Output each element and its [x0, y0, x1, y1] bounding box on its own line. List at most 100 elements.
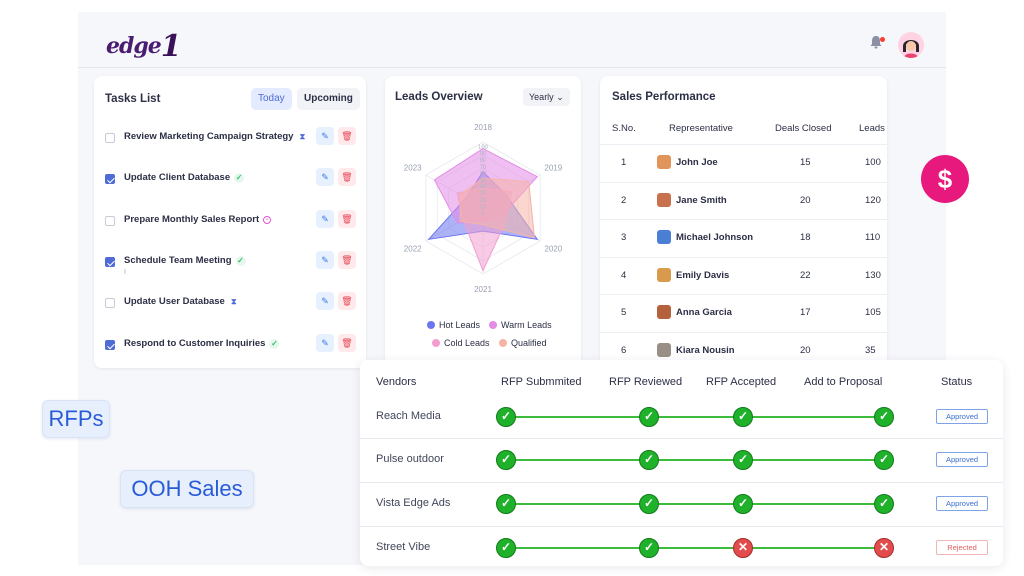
cell-representative: John Joe	[676, 157, 718, 168]
cell-deals-closed: 20	[800, 195, 811, 206]
col-header-representative: Representative	[669, 123, 733, 134]
radar-scale-label: 50	[480, 178, 487, 184]
progress-line	[506, 459, 884, 461]
cell-sno: 1	[621, 157, 627, 168]
trash-icon[interactable]: 🗑	[338, 210, 356, 228]
check-circle-icon: ✓	[874, 494, 894, 514]
col-header-sno: S.No.	[612, 123, 636, 134]
cell-deals-closed: 17	[800, 307, 811, 318]
progress-line	[506, 547, 884, 549]
edit-icon[interactable]: ✎	[316, 127, 334, 145]
edit-icon[interactable]: ✎	[316, 210, 334, 228]
hourglass-icon: ⧗	[299, 132, 306, 141]
sales-table-row: 1 John Joe 15 100	[600, 144, 887, 182]
radar-axis-label: 2020	[544, 245, 562, 254]
task-item: Review Marketing Campaign Strategy ⧗ ✎ 🗑	[94, 125, 366, 165]
check-circle-icon: ✓	[639, 450, 659, 470]
period-dropdown[interactable]: Yearly ⌄	[523, 88, 570, 106]
tasks-list-card: Tasks List Today Upcoming Review Marketi…	[94, 76, 366, 368]
legend-label: Warm Leads	[501, 320, 552, 330]
cell-leads: 100	[865, 157, 881, 168]
status-badge: Approved	[936, 496, 988, 511]
rfps-pill[interactable]: RFPs	[42, 400, 110, 438]
hourglass-icon: ⧗	[231, 297, 237, 306]
check-circle-icon: ✓	[496, 494, 516, 514]
task-checkbox[interactable]	[105, 133, 115, 143]
radar-axis-label: 2022	[404, 245, 422, 254]
sales-table-row: 3 Michael Johnson 18 110	[600, 219, 887, 257]
cell-deals-closed: 15	[800, 157, 811, 168]
rfp-header-reviewed: RFP Reviewed	[609, 376, 683, 388]
user-avatar[interactable]	[898, 32, 924, 58]
check-circle-icon: ✓	[639, 538, 659, 558]
trash-icon[interactable]: 🗑	[338, 127, 356, 145]
tab-today[interactable]: Today	[251, 88, 292, 110]
edit-icon[interactable]: ✎	[316, 251, 334, 269]
edit-icon[interactable]: ✎	[316, 168, 334, 186]
check-icon: ✓	[234, 173, 245, 183]
sales-title: Sales Performance	[612, 91, 716, 103]
trash-icon[interactable]: 🗑	[338, 292, 356, 310]
edge1-logo[interactable]: edge1	[106, 26, 182, 64]
task-label: Update User Database	[124, 296, 225, 307]
check-circle-icon: ✓	[733, 450, 753, 470]
vendor-name: Reach Media	[376, 410, 441, 422]
trash-icon[interactable]: 🗑	[338, 334, 356, 352]
trash-icon[interactable]: 🗑	[338, 251, 356, 269]
legend-dot	[489, 321, 497, 329]
check-circle-icon: ✓	[733, 494, 753, 514]
edit-icon[interactable]: ✎	[316, 334, 334, 352]
task-checkbox[interactable]	[105, 340, 115, 350]
x-circle-icon: ✕	[733, 538, 753, 558]
task-checkbox[interactable]	[105, 174, 115, 184]
task-checkbox[interactable]	[105, 257, 115, 267]
cell-sno: 4	[621, 270, 627, 281]
radar-axis-label: 2019	[544, 163, 562, 172]
rfp-row: Street Vibe ✓ ✓ ✕ ✕ Rejected	[360, 526, 1003, 570]
rfp-row: Vista Edge Ads ✓ ✓ ✓ ✓ Approved	[360, 482, 1003, 526]
task-item: Update User Database ⧗ ✎ 🗑	[94, 290, 366, 330]
cell-deals-closed: 20	[800, 345, 811, 356]
cell-leads: 105	[865, 307, 881, 318]
col-header-deals-closed: Deals Closed	[775, 123, 832, 134]
task-checkbox[interactable]	[105, 216, 115, 226]
check-icon: ✓	[269, 339, 280, 349]
trash-icon[interactable]: 🗑	[338, 168, 356, 186]
tasks-title: Tasks List	[105, 93, 161, 105]
edit-icon[interactable]: ✎	[316, 292, 334, 310]
check-circle-icon: ✓	[496, 407, 516, 427]
radar-axis-label: 2023	[404, 163, 422, 172]
rep-avatar	[657, 268, 671, 282]
legend-warm-leads: Warm Leads	[489, 320, 552, 330]
task-label: Prepare Monthly Sales Report	[124, 214, 260, 225]
tab-upcoming[interactable]: Upcoming	[297, 88, 360, 110]
cell-deals-closed: 18	[800, 232, 811, 243]
legend-hot-leads: Hot Leads	[427, 320, 480, 330]
top-bar: edge1	[78, 12, 946, 68]
period-value: Yearly	[529, 92, 554, 102]
status-badge: Approved	[936, 409, 988, 424]
progress-line	[506, 503, 884, 505]
check-circle-icon: ✓	[639, 407, 659, 427]
legend-label: Cold Leads	[444, 338, 490, 348]
status-badge: Approved	[936, 452, 988, 467]
task-checkbox[interactable]	[105, 298, 115, 308]
legend-label: Qualified	[511, 338, 547, 348]
radar-scale-label: 20	[480, 198, 487, 204]
rep-avatar	[657, 343, 671, 357]
rfp-header-add-to-proposal: Add to Proposal	[804, 376, 883, 388]
legend-qualified: Qualified	[499, 338, 547, 348]
sales-table-row: 4 Emily Davis 22 130	[600, 257, 887, 295]
radar-scale-label: 90	[480, 152, 487, 158]
rfp-header-status: Status	[941, 376, 973, 388]
legend-cold-leads: Cold Leads	[432, 338, 490, 348]
cell-sno: 5	[621, 307, 627, 318]
dollar-icon: $	[921, 155, 969, 203]
radar-scale-label: 60	[480, 171, 487, 177]
check-circle-icon: ✓	[733, 407, 753, 427]
ooh-sales-pill[interactable]: OOH Sales	[120, 470, 254, 508]
radar-scale-label: 80	[480, 158, 487, 164]
radar-axis-label: 2021	[474, 285, 492, 294]
task-label: Schedule Team Meeting	[124, 255, 232, 266]
x-circle-icon: ✕	[874, 538, 894, 558]
